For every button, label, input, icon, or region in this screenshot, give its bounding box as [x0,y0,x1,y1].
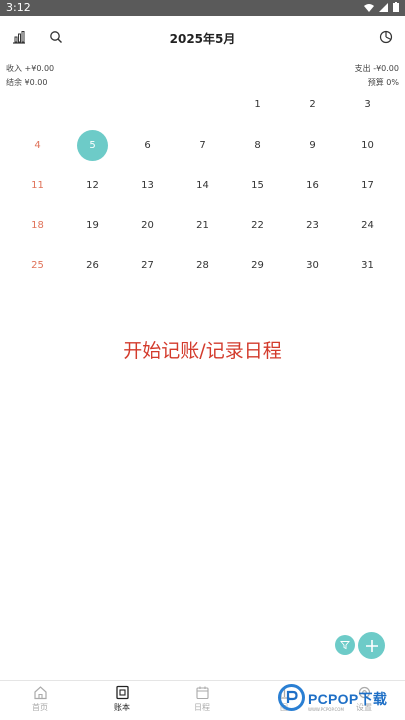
watermark-logo: PCPOP下载 WWW.PCPOP.COM [278,684,405,720]
calendar-week: 4 5 6 7 8 9 10 [10,130,395,161]
expense-summary: 支出 -¥0.00 [354,64,399,73]
budget-summary: 预算 0% [367,78,399,87]
nav-item-schedule[interactable]: 日程 [172,685,232,713]
watermark-p-logo [278,684,305,711]
filter-icon [340,641,350,650]
watermark-brand: PCPOP下载 [308,691,388,707]
calendar-day[interactable]: 11 [10,171,65,201]
battery-icon [393,2,399,12]
calendar-day[interactable]: 15 [230,171,285,201]
calendar-day[interactable]: 29 [230,251,285,281]
calendar-day[interactable]: 21 [175,211,230,241]
add-record-button[interactable] [358,632,385,659]
calendar-day[interactable]: 30 [285,251,340,281]
calendar-day[interactable]: 12 [65,171,120,201]
home-icon [33,686,47,700]
plus-icon [365,639,378,652]
calendar-day [65,90,120,120]
nav-label: 首页 [32,703,48,712]
calendar-day[interactable]: 23 [285,211,340,241]
calendar-day[interactable]: 25 [10,251,65,281]
calendar-day[interactable]: 6 [120,131,175,161]
calendar-week: 18 19 20 21 22 23 24 [10,211,395,241]
top-bar: 2025年5月 [0,22,405,54]
calendar-day[interactable]: 16 [285,171,340,201]
balance-summary: 结余 ¥0.00 [6,78,48,87]
wifi-icon [364,3,374,12]
calendar-day[interactable]: 17 [340,171,395,201]
calendar-week: 11 12 13 14 15 16 17 [10,171,395,201]
watermark-sub: WWW.PCPOP.COM [308,707,344,712]
ledger-icon [115,685,129,700]
calendar-day[interactable]: 31 [340,251,395,281]
empty-state-hint: 开始记账/记录日程 [123,340,282,362]
nav-item-home[interactable]: 首页 [10,685,70,713]
calendar-day[interactable]: 10 [340,131,395,161]
calendar-day[interactable]: 26 [65,251,120,281]
calendar-day[interactable]: 22 [230,211,285,241]
nav-item-ledger[interactable]: 账本 [92,685,152,713]
calendar-day-today[interactable]: 5 [65,130,120,161]
status-bar: 3:12 [0,0,405,16]
page-title[interactable]: 2025年5月 [0,30,405,47]
pie-chart-icon [379,30,393,44]
calendar-day[interactable]: 27 [120,251,175,281]
calendar-day [175,90,230,120]
nav-label: 账本 [114,703,130,712]
calendar-day[interactable]: 28 [175,251,230,281]
calendar-day[interactable]: 7 [175,131,230,161]
calendar-week: 1 2 3 [10,90,395,120]
calendar-day[interactable]: 1 [230,90,285,120]
income-summary: 收入 +¥0.00 [6,64,55,73]
schedule-icon [195,686,209,700]
calendar-week: 25 26 27 28 29 30 31 [10,251,395,281]
calendar-day[interactable]: 8 [230,131,285,161]
filter-button[interactable] [335,635,355,655]
calendar-day[interactable]: 14 [175,171,230,201]
signal-icon [379,2,388,12]
calendar-day[interactable]: 13 [120,171,175,201]
calendar-day [120,90,175,120]
calendar-day [10,90,65,120]
calendar-day[interactable]: 2 [285,90,340,120]
status-time: 3:12 [6,1,31,14]
calendar-day[interactable]: 20 [120,211,175,241]
calendar-day[interactable]: 24 [340,211,395,241]
calendar-day[interactable]: 18 [10,211,65,241]
calendar-day[interactable]: 3 [340,90,395,120]
calendar-day[interactable]: 19 [65,211,120,241]
system-icons [364,2,399,12]
pie-chart-button[interactable] [376,27,396,47]
nav-label: 日程 [194,703,210,712]
calendar-day[interactable]: 9 [285,131,340,161]
calendar-day[interactable]: 4 [10,131,65,161]
